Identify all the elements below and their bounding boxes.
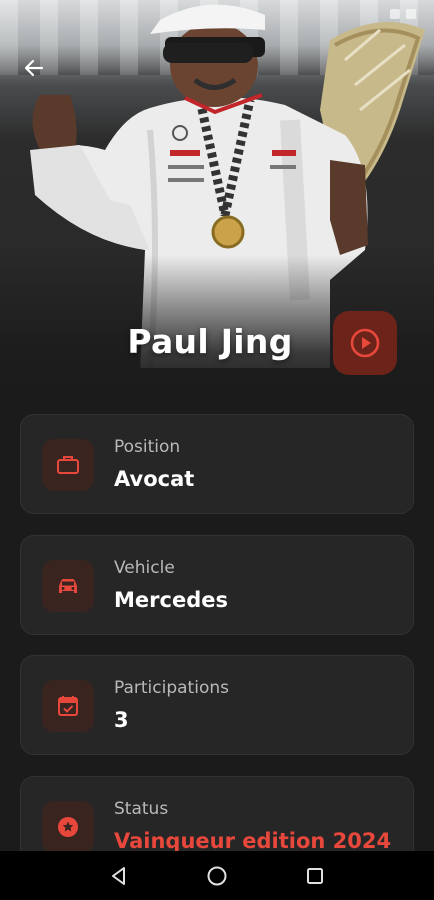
system-nav-bar [0,851,434,900]
wifi-icon [390,9,400,19]
icon-box [42,680,94,732]
detail-card-position: Position Avocat [20,414,414,514]
detail-label: Position [114,437,181,457]
calendar-check-icon [58,696,78,716]
nav-back-button[interactable] [99,856,139,896]
nav-home-icon [207,866,227,885]
detail-value: Avocat [114,467,195,491]
detail-value: 3 [114,708,129,732]
detail-label: Status [114,799,169,819]
icon-box [42,560,94,612]
detail-value: Vainqueur edition 2024 [114,829,392,853]
back-button[interactable] [14,50,54,86]
play-circle-icon [350,328,380,358]
nav-home-button[interactable] [197,856,237,896]
icon-box [42,801,94,853]
battery-icon [406,9,416,19]
detail-value: Mercedes [114,588,228,612]
arrow-left-icon [24,59,44,77]
briefcase-icon [57,456,79,474]
nav-recents-icon [307,867,323,884]
detail-label: Vehicle [114,558,175,578]
status-bar [0,0,434,28]
star-badge-icon [58,817,78,837]
nav-back-icon [112,866,125,885]
detail-card-participations: Participations 3 [20,655,414,755]
detail-card-vehicle: Vehicle Mercedes [20,535,414,635]
detail-label: Participations [114,678,229,698]
car-icon [59,579,77,593]
icon-box [42,439,94,491]
play-button[interactable] [333,311,397,375]
nav-recents-button[interactable] [295,856,335,896]
